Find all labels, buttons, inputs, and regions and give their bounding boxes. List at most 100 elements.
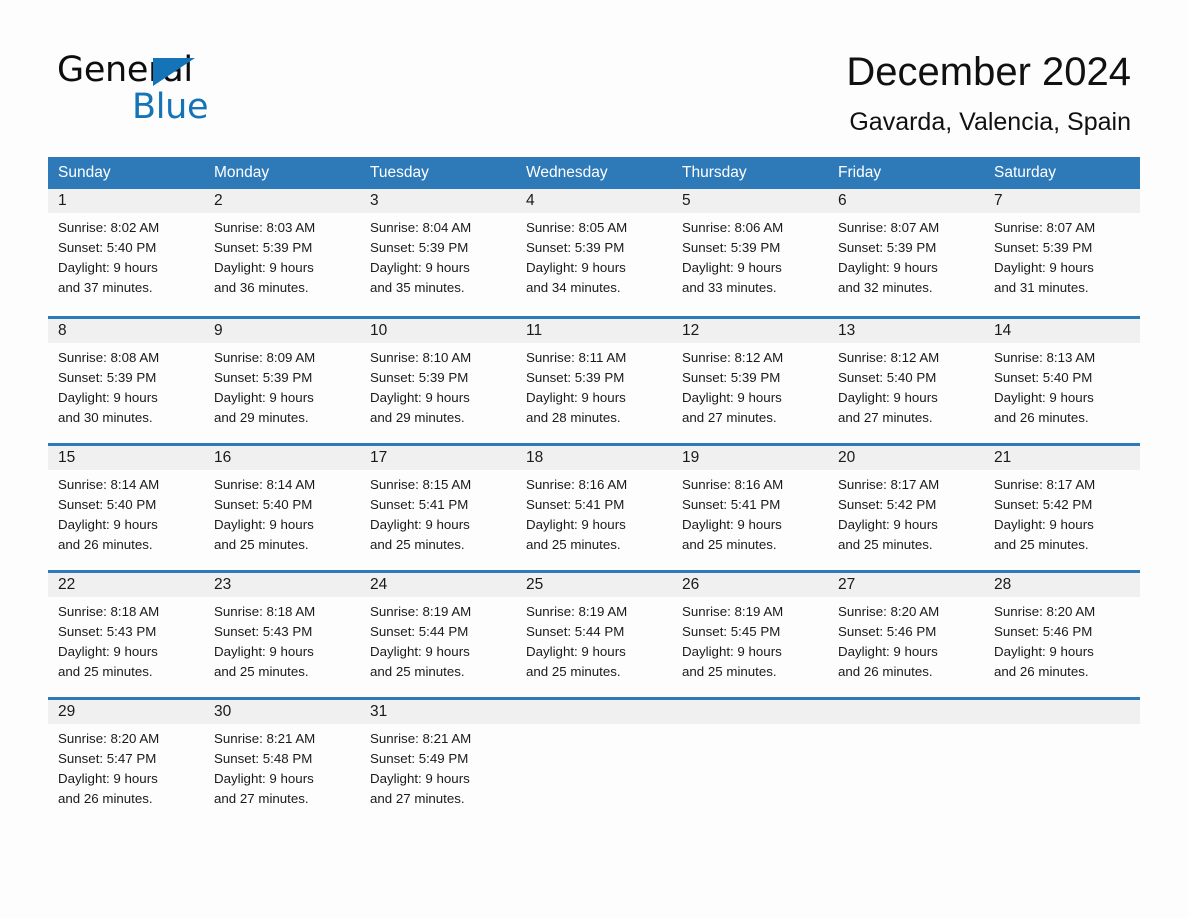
- daylight-text-line2: and 25 minutes.: [682, 537, 777, 552]
- day-number: 5: [672, 189, 828, 213]
- daylight-text-line1: Daylight: 9 hours: [370, 517, 470, 532]
- day-cell[interactable]: 14 Sunrise: 8:13 AM Sunset: 5:40 PM Dayl…: [984, 319, 1140, 435]
- day-number: 16: [204, 446, 360, 470]
- daylight-text-line1: Daylight: 9 hours: [994, 517, 1094, 532]
- sunrise-text: Sunrise: 8:19 AM: [370, 604, 472, 619]
- sunrise-text: Sunrise: 8:09 AM: [214, 350, 316, 365]
- sunrise-text: Sunrise: 8:18 AM: [214, 604, 316, 619]
- sunrise-text: Sunrise: 8:12 AM: [682, 350, 784, 365]
- day-cell[interactable]: 20 Sunrise: 8:17 AM Sunset: 5:42 PM Dayl…: [828, 446, 984, 562]
- sunrise-text: Sunrise: 8:11 AM: [526, 350, 627, 365]
- sunrise-text: Sunrise: 8:14 AM: [58, 477, 160, 492]
- triangle-icon: [153, 58, 195, 86]
- day-cell[interactable]: 16 Sunrise: 8:14 AM Sunset: 5:40 PM Dayl…: [204, 446, 360, 562]
- day-cell[interactable]: 24 Sunrise: 8:19 AM Sunset: 5:44 PM Dayl…: [360, 573, 516, 689]
- day-cell[interactable]: 27 Sunrise: 8:20 AM Sunset: 5:46 PM Dayl…: [828, 573, 984, 689]
- day-number: 12: [672, 319, 828, 343]
- day-cell[interactable]: 11 Sunrise: 8:11 AM Sunset: 5:39 PM Dayl…: [516, 319, 672, 435]
- weekday-header-wednesday: Wednesday: [526, 164, 608, 181]
- day-cell[interactable]: 12 Sunrise: 8:12 AM Sunset: 5:39 PM Dayl…: [672, 319, 828, 435]
- day-number: 17: [360, 446, 516, 470]
- day-cell[interactable]: 17 Sunrise: 8:15 AM Sunset: 5:41 PM Dayl…: [360, 446, 516, 562]
- day-cell[interactable]: 19 Sunrise: 8:16 AM Sunset: 5:41 PM Dayl…: [672, 446, 828, 562]
- sunset-text: Sunset: 5:40 PM: [994, 370, 1093, 385]
- day-cell[interactable]: 8 Sunrise: 8:08 AM Sunset: 5:39 PM Dayli…: [48, 319, 204, 435]
- day-number: [672, 700, 828, 724]
- weekday-header-saturday: Saturday: [994, 164, 1057, 181]
- weekday-header-thursday: Thursday: [682, 164, 747, 181]
- day-cell[interactable]: 6 Sunrise: 8:07 AM Sunset: 5:39 PM Dayli…: [828, 189, 984, 305]
- weekday-header-tuesday: Tuesday: [370, 164, 429, 181]
- sunset-text: Sunset: 5:43 PM: [58, 624, 157, 639]
- day-cell[interactable]: 13 Sunrise: 8:12 AM Sunset: 5:40 PM Dayl…: [828, 319, 984, 435]
- day-cell[interactable]: 10 Sunrise: 8:10 AM Sunset: 5:39 PM Dayl…: [360, 319, 516, 435]
- sunrise-text: Sunrise: 8:04 AM: [370, 220, 472, 235]
- daylight-text-line2: and 37 minutes.: [58, 280, 153, 295]
- day-cell[interactable]: 25 Sunrise: 8:19 AM Sunset: 5:44 PM Dayl…: [516, 573, 672, 689]
- generalblue-logo[interactable]: General Blue: [57, 50, 357, 130]
- day-cell[interactable]: 5 Sunrise: 8:06 AM Sunset: 5:39 PM Dayli…: [672, 189, 828, 305]
- week-row: 22 Sunrise: 8:18 AM Sunset: 5:43 PM Dayl…: [48, 570, 1140, 689]
- day-info: Sunrise: 8:03 AM Sunset: 5:39 PM Dayligh…: [204, 213, 360, 298]
- day-cell[interactable]: 1 Sunrise: 8:02 AM Sunset: 5:40 PM Dayli…: [48, 189, 204, 305]
- daylight-text-line1: Daylight: 9 hours: [370, 260, 470, 275]
- day-cell[interactable]: 29 Sunrise: 8:20 AM Sunset: 5:47 PM Dayl…: [48, 700, 204, 816]
- day-info: Sunrise: 8:06 AM Sunset: 5:39 PM Dayligh…: [672, 213, 828, 298]
- day-info: Sunrise: 8:08 AM Sunset: 5:39 PM Dayligh…: [48, 343, 204, 428]
- sunset-text: Sunset: 5:39 PM: [682, 240, 781, 255]
- day-info: Sunrise: 8:19 AM Sunset: 5:45 PM Dayligh…: [672, 597, 828, 682]
- daylight-text-line1: Daylight: 9 hours: [838, 390, 938, 405]
- day-info: Sunrise: 8:10 AM Sunset: 5:39 PM Dayligh…: [360, 343, 516, 428]
- day-cell[interactable]: 7 Sunrise: 8:07 AM Sunset: 5:39 PM Dayli…: [984, 189, 1140, 305]
- day-cell[interactable]: 23 Sunrise: 8:18 AM Sunset: 5:43 PM Dayl…: [204, 573, 360, 689]
- day-number: 10: [360, 319, 516, 343]
- sunset-text: Sunset: 5:40 PM: [58, 240, 157, 255]
- daylight-text-line1: Daylight: 9 hours: [526, 517, 626, 532]
- daylight-text-line1: Daylight: 9 hours: [838, 517, 938, 532]
- week-row: 1 Sunrise: 8:02 AM Sunset: 5:40 PM Dayli…: [48, 189, 1140, 308]
- day-cell[interactable]: 28 Sunrise: 8:20 AM Sunset: 5:46 PM Dayl…: [984, 573, 1140, 689]
- sunrise-text: Sunrise: 8:02 AM: [58, 220, 160, 235]
- day-number: 21: [984, 446, 1140, 470]
- day-cell[interactable]: 3 Sunrise: 8:04 AM Sunset: 5:39 PM Dayli…: [360, 189, 516, 305]
- daylight-text-line2: and 27 minutes.: [214, 791, 309, 806]
- day-cell[interactable]: 30 Sunrise: 8:21 AM Sunset: 5:48 PM Dayl…: [204, 700, 360, 816]
- day-cell[interactable]: 22 Sunrise: 8:18 AM Sunset: 5:43 PM Dayl…: [48, 573, 204, 689]
- day-number: 2: [204, 189, 360, 213]
- daylight-text-line2: and 26 minutes.: [58, 537, 153, 552]
- day-number: 3: [360, 189, 516, 213]
- day-info: Sunrise: 8:19 AM Sunset: 5:44 PM Dayligh…: [360, 597, 516, 682]
- day-info: Sunrise: 8:18 AM Sunset: 5:43 PM Dayligh…: [204, 597, 360, 682]
- day-cell[interactable]: 9 Sunrise: 8:09 AM Sunset: 5:39 PM Dayli…: [204, 319, 360, 435]
- sunset-text: Sunset: 5:42 PM: [838, 497, 937, 512]
- daylight-text-line2: and 27 minutes.: [370, 791, 465, 806]
- daylight-text-line2: and 27 minutes.: [682, 410, 777, 425]
- daylight-text-line1: Daylight: 9 hours: [58, 390, 158, 405]
- day-info: Sunrise: 8:14 AM Sunset: 5:40 PM Dayligh…: [204, 470, 360, 555]
- day-cell[interactable]: 18 Sunrise: 8:16 AM Sunset: 5:41 PM Dayl…: [516, 446, 672, 562]
- daylight-text-line2: and 25 minutes.: [370, 664, 465, 679]
- sunset-text: Sunset: 5:46 PM: [838, 624, 937, 639]
- week-row: 29 Sunrise: 8:20 AM Sunset: 5:47 PM Dayl…: [48, 697, 1140, 816]
- day-info: Sunrise: 8:17 AM Sunset: 5:42 PM Dayligh…: [828, 470, 984, 555]
- day-cell[interactable]: 26 Sunrise: 8:19 AM Sunset: 5:45 PM Dayl…: [672, 573, 828, 689]
- daylight-text-line2: and 30 minutes.: [58, 410, 153, 425]
- daylight-text-line2: and 26 minutes.: [994, 664, 1089, 679]
- sunset-text: Sunset: 5:40 PM: [214, 497, 313, 512]
- day-cell-empty: [828, 700, 984, 816]
- day-number: 7: [984, 189, 1140, 213]
- day-cell[interactable]: 31 Sunrise: 8:21 AM Sunset: 5:49 PM Dayl…: [360, 700, 516, 816]
- day-cell[interactable]: 21 Sunrise: 8:17 AM Sunset: 5:42 PM Dayl…: [984, 446, 1140, 562]
- day-number: 23: [204, 573, 360, 597]
- day-info: Sunrise: 8:15 AM Sunset: 5:41 PM Dayligh…: [360, 470, 516, 555]
- sunset-text: Sunset: 5:49 PM: [370, 751, 469, 766]
- sunrise-text: Sunrise: 8:05 AM: [526, 220, 628, 235]
- daylight-text-line1: Daylight: 9 hours: [838, 260, 938, 275]
- day-cell[interactable]: 15 Sunrise: 8:14 AM Sunset: 5:40 PM Dayl…: [48, 446, 204, 562]
- day-cell[interactable]: 2 Sunrise: 8:03 AM Sunset: 5:39 PM Dayli…: [204, 189, 360, 305]
- daylight-text-line1: Daylight: 9 hours: [682, 644, 782, 659]
- sunset-text: Sunset: 5:41 PM: [682, 497, 781, 512]
- sunset-text: Sunset: 5:40 PM: [58, 497, 157, 512]
- sunset-text: Sunset: 5:44 PM: [370, 624, 469, 639]
- day-cell[interactable]: 4 Sunrise: 8:05 AM Sunset: 5:39 PM Dayli…: [516, 189, 672, 305]
